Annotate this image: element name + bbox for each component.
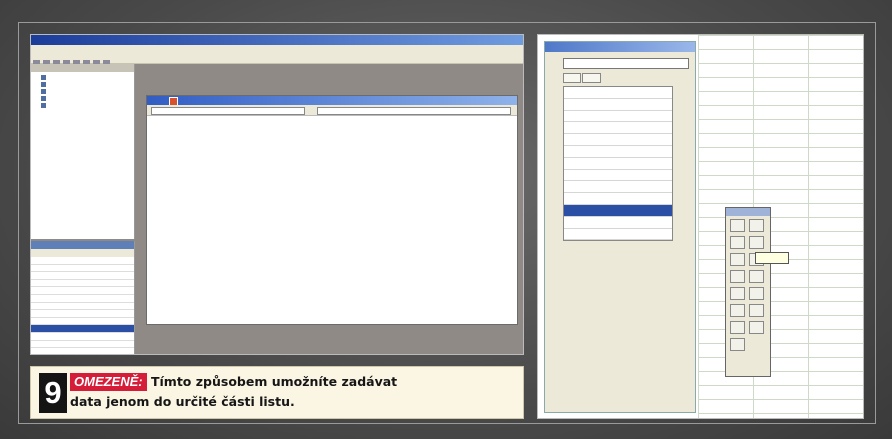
property-row <box>31 265 134 273</box>
code-window <box>146 95 518 325</box>
property-row <box>31 341 134 349</box>
property-row <box>564 146 672 158</box>
worksheet-grid <box>698 35 863 418</box>
toolbox-button-icon <box>730 270 745 283</box>
properties-pane <box>31 241 135 354</box>
vba-window-titlebar <box>31 35 523 45</box>
toolbox-button-icon <box>730 253 745 266</box>
object-combo <box>151 107 305 115</box>
toolbox-button-icon <box>749 304 764 317</box>
toolbox-button-icon <box>749 236 764 249</box>
property-row <box>564 229 672 241</box>
property-row <box>31 318 134 326</box>
properties-tabs <box>31 249 134 257</box>
vba-toolbar <box>31 53 523 66</box>
toolbox-button-icon <box>749 270 764 283</box>
property-row-selected <box>564 204 672 217</box>
property-row <box>564 158 672 170</box>
property-row <box>564 181 672 194</box>
control-toolbox <box>725 207 771 377</box>
property-row <box>31 272 134 280</box>
toolbox-button-icon <box>730 236 745 249</box>
property-row <box>564 193 672 205</box>
toolbox-button-icon <box>730 321 745 334</box>
property-row-selected <box>31 325 134 333</box>
properties-window <box>544 41 696 413</box>
procedure-combo <box>317 107 511 115</box>
toolbox-buttons <box>726 216 770 351</box>
tree-item <box>41 103 134 110</box>
tooltip <box>755 252 789 264</box>
tab-alphabetic <box>563 73 581 83</box>
toolbox-button-icon <box>730 219 745 232</box>
caption-text-line2: data jenom do určité části listu. <box>70 394 295 409</box>
property-row <box>31 310 134 318</box>
project-explorer-title <box>31 64 134 72</box>
project-tree <box>31 72 134 110</box>
property-row <box>31 333 134 341</box>
code-combo-bar <box>147 105 517 116</box>
property-row <box>564 122 672 135</box>
property-row <box>564 170 672 182</box>
object-selector <box>563 58 689 69</box>
toolbox-button-icon <box>749 321 764 334</box>
property-row <box>564 99 672 111</box>
property-row <box>31 303 134 311</box>
property-row <box>31 287 134 295</box>
property-row <box>564 134 672 146</box>
tree-item <box>41 96 134 103</box>
toolbox-titlebar <box>726 208 770 216</box>
property-row <box>31 280 134 288</box>
caption-box: 9 OMEZENĚ: Tímto způsobem umožníte zadáv… <box>30 366 524 419</box>
caption-text-line1: Tímto způsobem umožníte zadávat <box>151 374 398 389</box>
code-window-titlebar <box>147 96 517 106</box>
tree-item <box>41 75 134 82</box>
toolbox-button-icon <box>730 304 745 317</box>
vba-menu-bar <box>31 45 523 53</box>
property-row <box>564 111 672 123</box>
properties-list <box>563 86 673 242</box>
vba-editor-screenshot <box>30 34 524 355</box>
properties-title <box>31 241 134 249</box>
tree-item <box>41 89 134 96</box>
properties-window-titlebar <box>545 42 695 52</box>
property-row <box>31 295 134 303</box>
toolbox-button-icon <box>749 219 764 232</box>
toolbox-button-icon <box>730 338 745 351</box>
properties-tabs <box>563 73 695 84</box>
property-row <box>31 257 134 265</box>
property-row <box>564 87 672 99</box>
toolbox-button-icon <box>730 287 745 300</box>
toolbox-button-icon <box>749 287 764 300</box>
caption-label: OMEZENĚ: <box>70 373 147 391</box>
property-row <box>564 217 672 229</box>
step-number: 9 <box>39 373 67 413</box>
tab-categorized <box>582 73 602 83</box>
project-explorer-pane <box>31 64 135 239</box>
excel-screenshot <box>537 34 864 419</box>
tree-item <box>41 82 134 89</box>
